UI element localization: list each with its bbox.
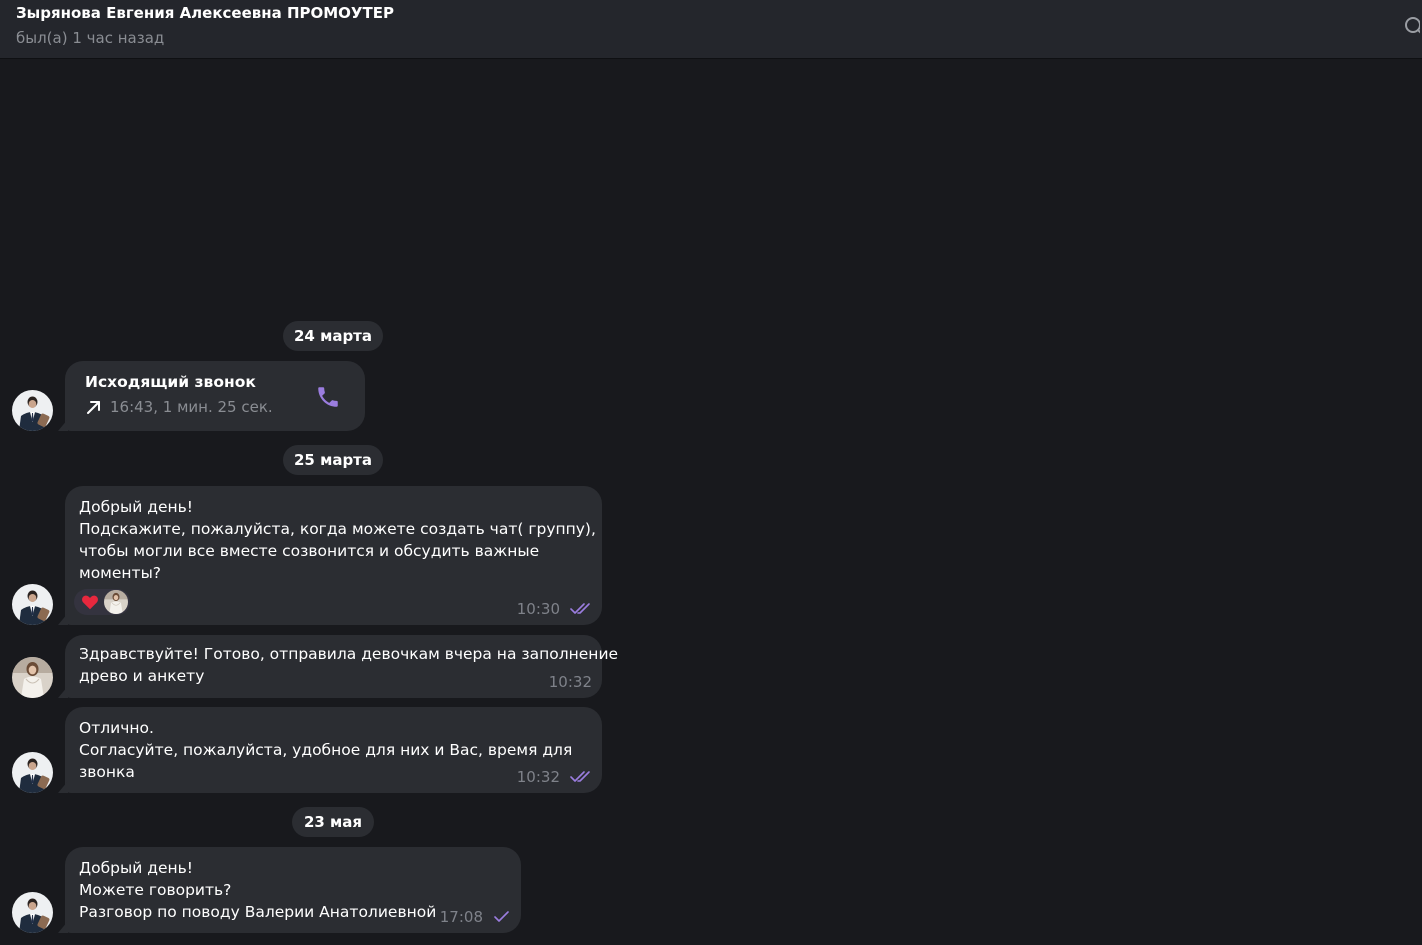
date-separator: 23 мая [292, 807, 374, 837]
avatar[interactable] [12, 892, 53, 933]
avatar[interactable] [12, 390, 53, 431]
outgoing-arrow-icon [87, 401, 100, 414]
message-bubble[interactable]: Добрый день! Подскажите, пожалуйста, ког… [58, 486, 602, 625]
reactions[interactable] [74, 589, 130, 615]
avatar[interactable] [12, 657, 53, 698]
bubble-tail [58, 613, 68, 625]
message-bubble[interactable]: Добрый день! Можете говорить? Разговор п… [58, 847, 521, 933]
call-title: Исходящий звонок [85, 373, 256, 391]
contact-name[interactable]: Зырянова Евгения Алексеевна ПРОМОУТЕР [16, 4, 394, 22]
search-icon[interactable] [1402, 15, 1420, 37]
double-check-icon [570, 771, 590, 782]
avatar[interactable] [12, 752, 53, 793]
message-text: Добрый день! Подскажите, пожалуйста, ког… [79, 498, 596, 582]
message-meta: 10:32 [549, 672, 592, 692]
message-time: 10:32 [548, 673, 592, 691]
last-seen-status: был(а) 1 час назад [16, 29, 165, 47]
message-time: 17:08 [439, 908, 483, 926]
message-text: Отлично. Согласуйте, пожалуйста, удобное… [79, 719, 573, 781]
phone-icon[interactable] [315, 384, 341, 410]
message-text: Здравствуйте! Готово, отправила девочкам… [79, 645, 619, 685]
message-meta: 10:30 [517, 599, 592, 619]
reactor-avatar [104, 590, 128, 614]
message-meta: 10:32 [517, 767, 592, 787]
message-meta: 17:08 [440, 907, 511, 927]
bubble-tail [58, 686, 68, 698]
heart-icon [82, 595, 98, 610]
single-check-icon [494, 911, 509, 922]
avatar[interactable] [12, 584, 53, 625]
chat-header: Зырянова Евгения Алексеевна ПРОМОУТЕР бы… [0, 0, 1422, 59]
bubble-tail [58, 781, 68, 793]
message-time: 10:32 [516, 768, 560, 786]
message-bubble[interactable]: Здравствуйте! Готово, отправила девочкам… [58, 635, 618, 698]
date-separator: 25 марта [283, 445, 383, 475]
date-separator: 24 марта [283, 321, 383, 351]
message-time: 10:30 [516, 600, 560, 618]
message-bubble[interactable]: Отлично. Согласуйте, пожалуйста, удобное… [58, 707, 602, 793]
bubble-tail [58, 419, 68, 431]
call-details: 16:43, 1 мин. 25 сек. [110, 398, 273, 416]
double-check-icon [570, 603, 590, 614]
message-text: Добрый день! Можете говорить? Разговор п… [79, 859, 437, 921]
bubble-tail [58, 921, 68, 933]
message-list[interactable]: 24 марта Исходящий звонок 16:43, 1 мин. … [0, 59, 1422, 945]
call-bubble[interactable]: Исходящий звонок 16:43, 1 мин. 25 сек. [58, 361, 365, 431]
